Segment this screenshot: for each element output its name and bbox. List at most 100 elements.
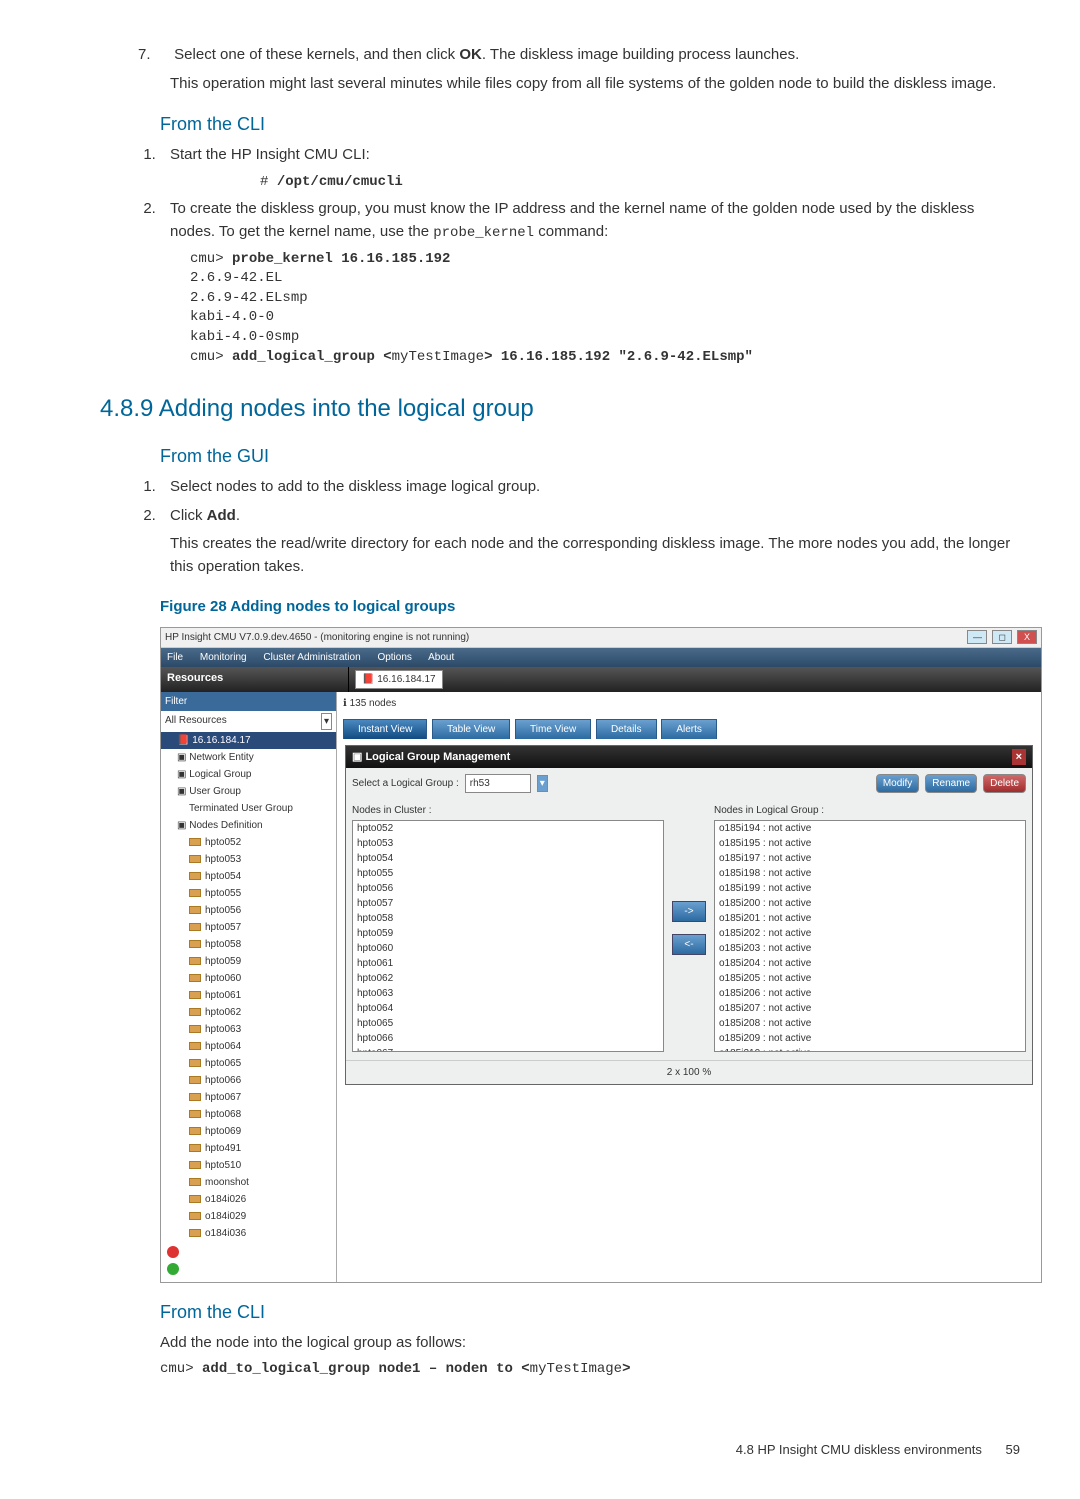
tree-term-label: Terminated User Group [189,803,293,814]
cluster-list-item[interactable]: hpto052 [353,821,663,836]
group-list-item[interactable]: o185i210 : not active [715,1046,1025,1052]
group-list-item[interactable]: o185i195 : not active [715,836,1025,851]
cli-step2-b: command: [534,223,608,240]
tree-user-group[interactable]: ▣ User Group [161,783,336,800]
sidebar-node-item[interactable]: hpto056 [161,902,336,919]
remove-arrow-button[interactable]: <- [672,934,706,955]
step7-text-a: Select one of these kernels, and then cl… [174,46,459,63]
menu-monitoring[interactable]: Monitoring [200,652,247,663]
group-list-item[interactable]: o185i198 : not active [715,866,1025,881]
sidebar-node-item[interactable]: hpto057 [161,919,336,936]
sidebar-node-item[interactable]: hpto491 [161,1140,336,1157]
group-nodes-list[interactable]: o185i194 : not activeo185i195 : not acti… [714,820,1026,1052]
cluster-list-item[interactable]: hpto057 [353,896,663,911]
nodes-in-group-label: Nodes in Logical Group : [714,803,1026,818]
group-list-item[interactable]: o185i208 : not active [715,1016,1025,1031]
tree-network[interactable]: ▣ Network Entity [161,749,336,766]
sidebar-node-item[interactable]: hpto068 [161,1106,336,1123]
tree-lg-label: Logical Group [189,769,251,780]
modify-button[interactable]: Modify [876,774,919,793]
nodes-count-label: 135 nodes [350,698,397,709]
sidebar-node-item[interactable]: o184i026 [161,1191,336,1208]
group-list-item[interactable]: o185i206 : not active [715,986,1025,1001]
sidebar-node-item[interactable]: hpto059 [161,953,336,970]
group-list-item[interactable]: o185i202 : not active [715,926,1025,941]
tree-logical-group[interactable]: ▣ Logical Group [161,766,336,783]
sidebar-node-item[interactable]: o184i036 [161,1225,336,1242]
tab-table-view[interactable]: Table View [432,719,510,739]
group-list-item[interactable]: o185i209 : not active [715,1031,1025,1046]
sidebar-node-item[interactable]: o184i029 [161,1208,336,1225]
sidebar-node-item[interactable]: hpto061 [161,987,336,1004]
sidebar-node-item[interactable]: hpto053 [161,851,336,868]
group-list-item[interactable]: o185i207 : not active [715,1001,1025,1016]
cluster-list-item[interactable]: hpto064 [353,1001,663,1016]
menu-file[interactable]: File [167,652,183,663]
sidebar-node-item[interactable]: hpto052 [161,834,336,851]
all-resources[interactable]: All Resources [165,713,227,730]
sidebar-node-item[interactable]: hpto067 [161,1089,336,1106]
tree-terminated[interactable]: Terminated User Group [161,800,336,817]
sidebar-node-item[interactable]: hpto064 [161,1038,336,1055]
cluster-list-item[interactable]: hpto066 [353,1031,663,1046]
tree-ug-label: User Group [189,786,241,797]
add-bold: Add [207,507,236,524]
group-list-item[interactable]: o185i201 : not active [715,911,1025,926]
cluster-list-item[interactable]: hpto059 [353,926,663,941]
minimize-button[interactable]: — [967,630,987,644]
close-button[interactable]: X [1017,630,1037,644]
ip-value: 16.16.184.17 [377,674,435,685]
cluster-list-item[interactable]: hpto063 [353,986,663,1001]
cluster-list-item[interactable]: hpto065 [353,1016,663,1031]
cluster-list-item[interactable]: hpto067 [353,1046,663,1052]
tab-instant-view[interactable]: Instant View [343,719,427,739]
group-list-item[interactable]: o185i200 : not active [715,896,1025,911]
menu-cluster-admin[interactable]: Cluster Administration [263,652,360,663]
menu-about[interactable]: About [428,652,454,663]
cluster-list-item[interactable]: hpto053 [353,836,663,851]
sidebar-node-item[interactable]: hpto060 [161,970,336,987]
cluster-list-item[interactable]: hpto061 [353,956,663,971]
sidebar-node-item[interactable]: hpto055 [161,885,336,902]
group-list-item[interactable]: o185i203 : not active [715,941,1025,956]
cluster-list-item[interactable]: hpto054 [353,851,663,866]
menu-options[interactable]: Options [377,652,411,663]
add-arrow-button[interactable]: -> [672,901,706,922]
delete-button[interactable]: Delete [983,774,1026,793]
figure-caption: Figure 28 Adding nodes to logical groups [160,596,1020,619]
tree-ip[interactable]: 📕 16.16.184.17 [161,732,336,749]
sidebar-node-item[interactable]: hpto510 [161,1157,336,1174]
maximize-button[interactable]: ◻ [992,630,1012,644]
sidebar-node-item[interactable]: hpto058 [161,936,336,953]
tab-time-view[interactable]: Time View [515,719,591,739]
modal-close-button[interactable]: × [1012,749,1026,766]
tab-details[interactable]: Details [596,719,657,739]
cluster-nodes-list[interactable]: hpto052hpto053hpto054hpto055hpto056hpto0… [352,820,664,1052]
all-resources-dropdown[interactable]: ▾ [321,713,332,730]
group-list-item[interactable]: o185i199 : not active [715,881,1025,896]
sidebar-node-item[interactable]: hpto054 [161,868,336,885]
cluster-list-item[interactable]: hpto058 [353,911,663,926]
tab-alerts[interactable]: Alerts [661,719,717,739]
cluster-list-item[interactable]: hpto056 [353,881,663,896]
select-group-arrow[interactable]: ▾ [537,775,548,792]
sidebar-node-item[interactable]: hpto065 [161,1055,336,1072]
window-buttons: — ◻ X [965,630,1037,645]
group-list-item[interactable]: o185i204 : not active [715,956,1025,971]
tree-nodes-def[interactable]: ▣ Nodes Definition [161,817,336,834]
cluster-list-item[interactable]: hpto062 [353,971,663,986]
group-list-item[interactable]: o185i194 : not active [715,821,1025,836]
group-list-item[interactable]: o185i205 : not active [715,971,1025,986]
rename-button[interactable]: Rename [925,774,977,793]
sidebar-node-item[interactable]: hpto069 [161,1123,336,1140]
sidebar-node-item[interactable]: hpto062 [161,1004,336,1021]
sidebar-node-item[interactable]: hpto063 [161,1021,336,1038]
cli-step-1: Start the HP Insight CMU CLI: # /opt/cmu… [160,144,1020,192]
cli2-intro: Add the node into the logical group as f… [160,1332,1020,1355]
sidebar-node-item[interactable]: moonshot [161,1174,336,1191]
cluster-list-item[interactable]: hpto055 [353,866,663,881]
cluster-list-item[interactable]: hpto060 [353,941,663,956]
select-group-dropdown[interactable]: rh53 [465,774,531,793]
group-list-item[interactable]: o185i197 : not active [715,851,1025,866]
sidebar-node-item[interactable]: hpto066 [161,1072,336,1089]
